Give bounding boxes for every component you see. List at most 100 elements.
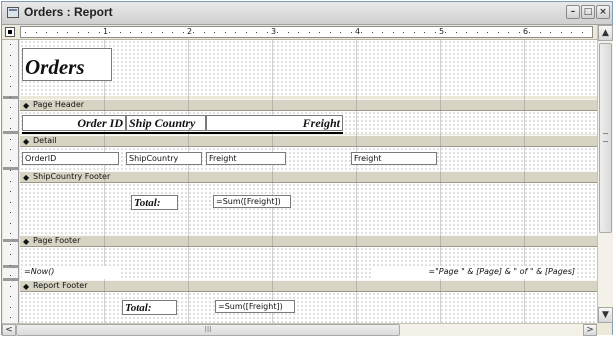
group-sum-textbox[interactable]: =Sum([Freight]) <box>213 195 291 208</box>
ruler-tick <box>10 265 11 266</box>
ruler-tick <box>10 44 11 45</box>
ruler-tick <box>10 223 11 224</box>
horizontal-ruler[interactable]: 1 2 3 4 5 6 <box>20 26 593 38</box>
page-header-bar[interactable]: ◆ Page Header <box>20 99 597 111</box>
ruler-tick <box>288 32 289 33</box>
section-arrow-icon: ◆ <box>23 137 30 146</box>
ruler-tick <box>277 32 278 33</box>
report-total-label[interactable]: Total: <box>122 300 177 315</box>
ruler-tick <box>67 32 68 33</box>
select-report-button[interactable] <box>5 27 15 37</box>
ruler-tick <box>319 32 320 33</box>
ruler-tick <box>78 32 79 33</box>
ruler-tick <box>10 317 11 318</box>
title-bar[interactable]: Orders : Report – □ × <box>2 2 612 25</box>
report-title-label[interactable]: Orders <box>22 48 112 81</box>
close-button[interactable]: × <box>596 5 610 19</box>
ruler-tick <box>414 32 415 33</box>
scroll-left-button[interactable]: < <box>2 324 16 336</box>
ruler-tick <box>445 32 446 33</box>
ship-country-textbox[interactable]: ShipCountry <box>126 152 202 165</box>
page-footer-bar[interactable]: ◆ Page Footer <box>20 235 597 247</box>
ruler-tick <box>88 32 89 33</box>
ruler-mark: 3 <box>271 27 277 36</box>
maximize-button[interactable]: □ <box>581 5 595 19</box>
ruler-mark: 5 <box>439 27 445 36</box>
scroll-up-button[interactable]: ▲ <box>598 25 613 41</box>
ruler-tick <box>487 32 488 33</box>
section-arrow-icon: ◆ <box>23 173 30 182</box>
report-design-window: Orders : Report – □ × 1 2 3 4 5 6 ◆ Page… <box>1 1 613 336</box>
ruler-tick <box>10 307 11 308</box>
ruler-mark: 2 <box>187 27 193 36</box>
section-label: Page Footer <box>33 236 81 245</box>
vertical-ruler[interactable] <box>3 40 19 323</box>
report-footer-bar[interactable]: ◆ Report Footer <box>20 280 597 292</box>
ruler-tick <box>435 32 436 33</box>
order-id-textbox[interactable]: OrderID <box>22 152 119 165</box>
ruler-tick <box>508 32 509 33</box>
ruler-tick <box>10 97 11 98</box>
vertical-scroll-thumb[interactable] <box>599 43 612 233</box>
ruler-tick <box>183 32 184 33</box>
freight-textbox[interactable]: Freight <box>206 152 286 165</box>
ruler-tick <box>120 32 121 33</box>
ruler-tick <box>330 32 331 33</box>
ruler-tick <box>361 32 362 33</box>
section-label: Page Header <box>33 100 85 109</box>
ruler-tick <box>10 191 11 192</box>
ruler-tick <box>99 32 100 33</box>
vertical-scrollbar[interactable]: ▲ ▼ <box>597 25 613 323</box>
horizontal-scrollbar[interactable]: < III > <box>2 323 597 336</box>
ruler-tick <box>10 55 11 56</box>
report-sum-textbox[interactable]: =Sum([Freight]) <box>215 300 295 313</box>
ruler-tick <box>204 32 205 33</box>
report-footer-section[interactable] <box>20 292 597 323</box>
ship-country-header-label[interactable]: Ship Country <box>126 115 206 131</box>
scroll-right-button[interactable]: > <box>583 324 597 336</box>
ruler-tick <box>10 296 11 297</box>
ruler-tick <box>10 286 11 287</box>
ruler-tick <box>225 32 226 33</box>
ruler-tick <box>109 32 110 33</box>
minimize-button[interactable]: – <box>566 5 580 19</box>
ruler-tick <box>267 32 268 33</box>
ruler-tick <box>10 212 11 213</box>
ruler-tick <box>561 32 562 33</box>
ruler-tick <box>10 76 11 77</box>
ruler-row: 1 2 3 4 5 6 <box>2 25 612 40</box>
horizontal-scroll-thumb[interactable]: III <box>16 324 400 336</box>
ruler-tick <box>351 32 352 33</box>
ruler-tick <box>10 139 11 140</box>
group-footer-section[interactable] <box>20 183 597 243</box>
detail-bar[interactable]: ◆ Detail <box>20 135 597 147</box>
ruler-tick <box>466 32 467 33</box>
ruler-tick <box>571 32 572 33</box>
header-underline <box>22 132 343 134</box>
ruler-mark: 6 <box>523 27 529 36</box>
freight-header-label[interactable]: Freight <box>206 115 343 131</box>
order-id-header-label[interactable]: Order ID <box>22 115 126 131</box>
ruler-tick <box>519 32 520 33</box>
design-surface: ◆ Page Header ◆ Detail ◆ ShipCountry Foo… <box>2 40 597 323</box>
section-arrow-icon: ◆ <box>23 282 30 291</box>
ruler-tick <box>424 32 425 33</box>
section-label: ShipCountry Footer <box>33 172 111 181</box>
now-textbox[interactable]: =Now() <box>22 266 119 279</box>
ruler-tick <box>540 32 541 33</box>
ruler-tick <box>10 202 11 203</box>
window-title: Orders : Report <box>24 5 113 19</box>
freight-textbox-2[interactable]: Freight <box>351 152 437 165</box>
ruler-tick <box>477 32 478 33</box>
ruler-tick <box>10 86 11 87</box>
page-number-textbox[interactable]: ="Page " & [Page] & " of " & [Pages] <box>372 266 577 279</box>
group-footer-bar[interactable]: ◆ ShipCountry Footer <box>20 171 597 183</box>
ruler-tick <box>10 149 11 150</box>
ruler-tick <box>10 181 11 182</box>
ruler-tick <box>372 32 373 33</box>
group-total-label[interactable]: Total: <box>131 195 178 210</box>
scroll-down-button[interactable]: ▼ <box>598 307 613 323</box>
ruler-mark: 1 <box>103 27 109 36</box>
report-icon <box>7 7 19 18</box>
size-grip[interactable] <box>597 323 612 335</box>
